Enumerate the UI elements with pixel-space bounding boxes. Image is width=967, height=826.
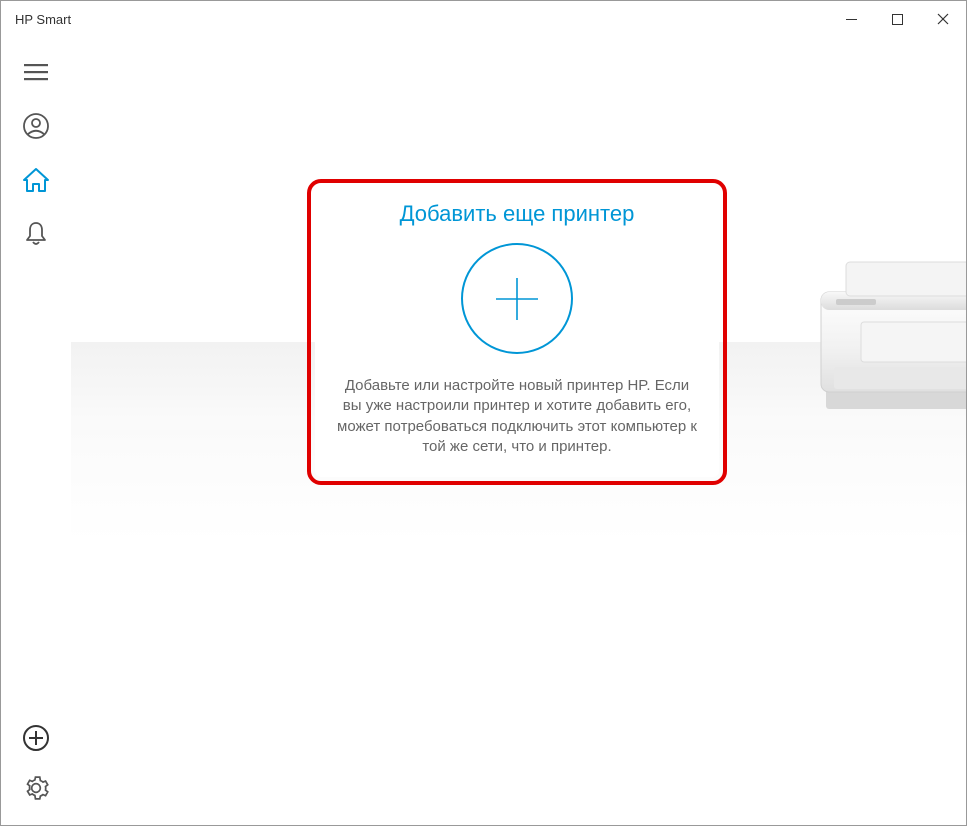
bell-icon xyxy=(24,220,48,248)
close-icon xyxy=(937,13,949,25)
minimize-button[interactable] xyxy=(828,1,874,37)
maximize-icon xyxy=(892,14,903,25)
sidebar-bottom xyxy=(21,723,51,825)
account-icon xyxy=(23,113,49,139)
add-printer-card[interactable]: Добавить еще принтер Добавьте или настро… xyxy=(315,187,719,477)
hamburger-menu-button[interactable] xyxy=(21,57,51,87)
notifications-button[interactable] xyxy=(21,219,51,249)
titlebar: HP Smart xyxy=(1,1,966,37)
settings-button[interactable] xyxy=(21,773,51,803)
home-icon xyxy=(22,167,50,193)
account-button[interactable] xyxy=(21,111,51,141)
sidebar xyxy=(1,37,71,825)
add-printer-plus-button[interactable] xyxy=(461,243,573,354)
window-controls xyxy=(828,1,966,37)
window-title: HP Smart xyxy=(15,12,828,27)
app-body: Добавить еще принтер Добавьте или настро… xyxy=(1,37,966,825)
close-button[interactable] xyxy=(920,1,966,37)
home-button[interactable] xyxy=(21,165,51,195)
card-description: Добавьте или настройте новый принтер HP.… xyxy=(335,376,699,457)
plus-icon xyxy=(492,274,542,324)
card-title: Добавить еще принтер xyxy=(400,201,635,227)
gear-icon xyxy=(23,775,49,801)
printer-icon xyxy=(806,237,966,437)
main-content: Добавить еще принтер Добавьте или настро… xyxy=(71,37,966,825)
minimize-icon xyxy=(846,19,857,20)
app-window: HP Smart xyxy=(0,0,967,826)
maximize-button[interactable] xyxy=(874,1,920,37)
hamburger-icon xyxy=(24,62,48,82)
printer-image[interactable] xyxy=(806,237,966,437)
add-printer-button[interactable] xyxy=(21,723,51,753)
plus-circle-icon xyxy=(22,724,50,752)
